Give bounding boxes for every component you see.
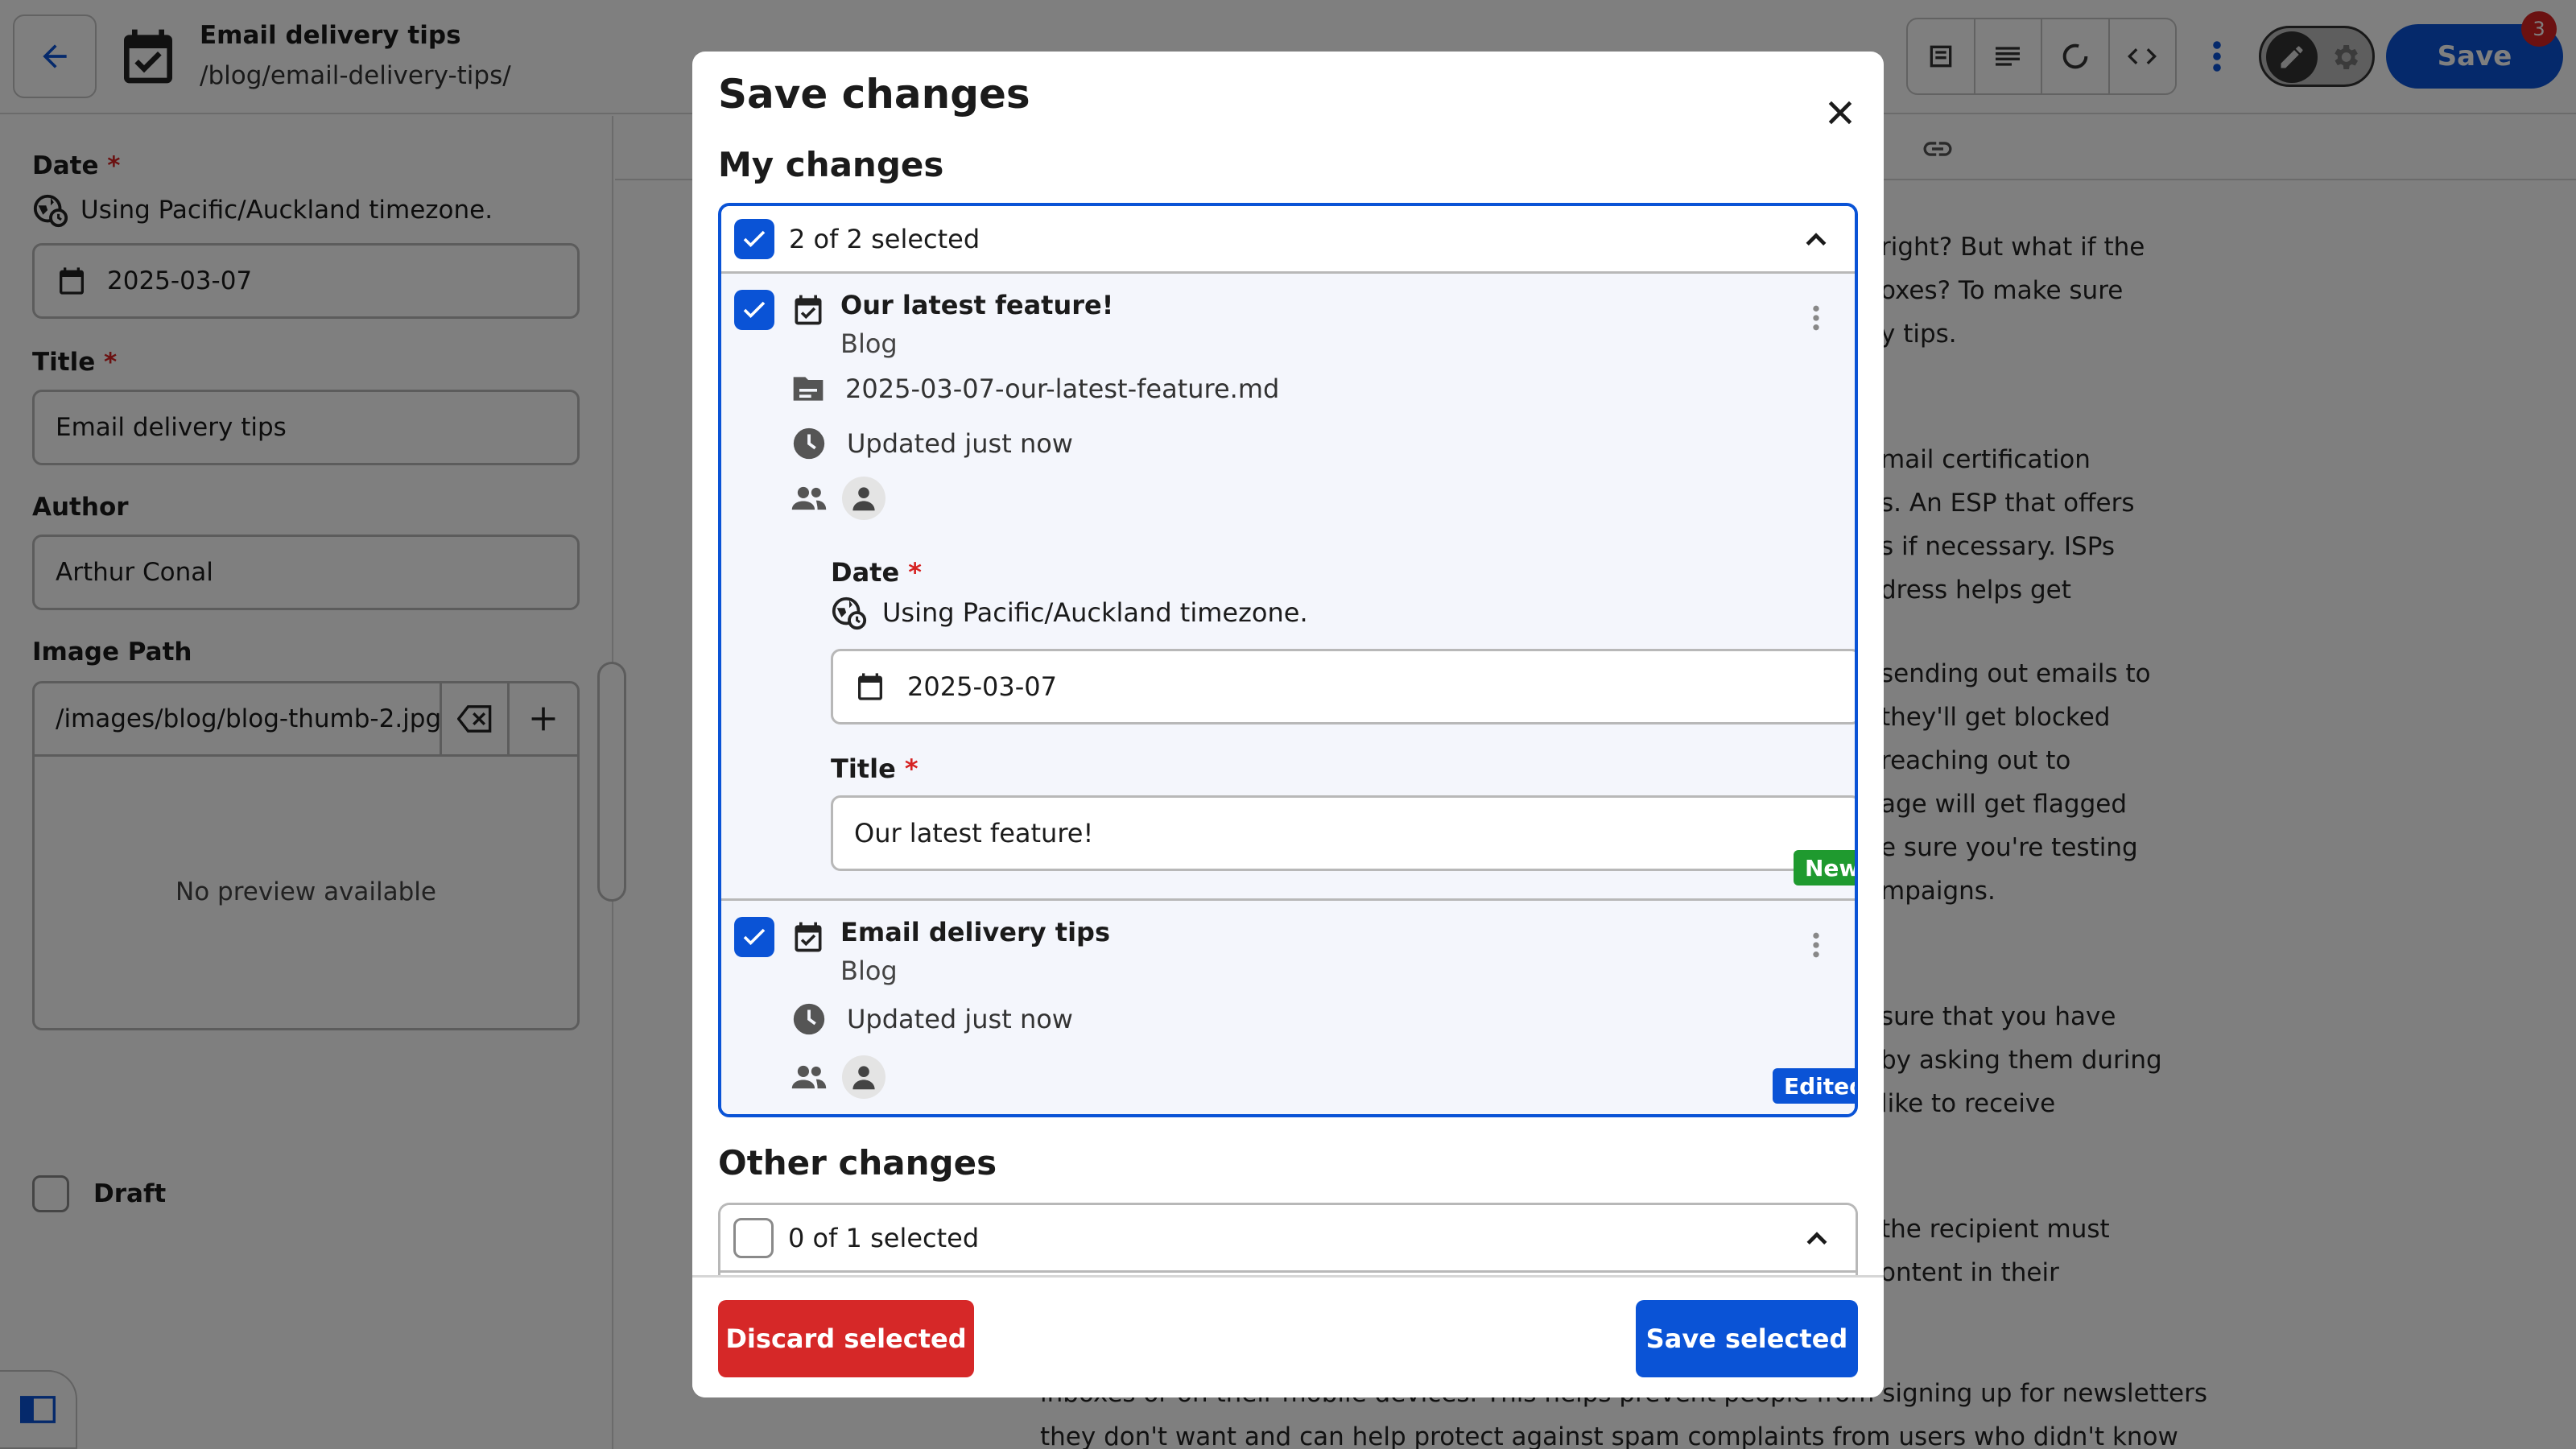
kebab-icon	[1812, 304, 1820, 332]
checkmark-icon	[742, 229, 766, 249]
item-checkbox[interactable]	[734, 917, 774, 957]
checkmark-icon	[742, 300, 766, 320]
kebab-icon	[1812, 931, 1820, 959]
change-item: Our latest feature! Blog 2025-03-07-our-…	[721, 274, 1855, 898]
save-changes-dialog: Save changes My changes 2 of 2 selected …	[692, 52, 1884, 1397]
selection-summary: 2 of 2 selected	[789, 223, 980, 254]
clock-icon	[791, 425, 828, 462]
calendar-check-icon	[791, 291, 826, 328]
user-avatar	[842, 1055, 886, 1099]
close-dialog-button[interactable]	[1808, 80, 1872, 145]
item-checkbox[interactable]	[734, 290, 774, 330]
my-changes-title: My changes	[718, 145, 944, 184]
item-collaborators	[791, 477, 886, 520]
globe-clock-icon	[831, 594, 868, 631]
item-collection: Blog	[840, 956, 898, 986]
item-updated: Updated just now	[791, 425, 1073, 462]
calendar-icon	[854, 670, 886, 704]
file-icon	[791, 374, 826, 404]
item-title-input[interactable]: Our latest feature!	[831, 795, 1855, 871]
item-menu-button[interactable]	[1800, 925, 1832, 965]
change-item: Email delivery tips Blog Updated just no…	[721, 898, 1855, 1114]
dialog-title: Save changes	[718, 71, 1030, 118]
people-icon	[791, 484, 828, 513]
select-all-checkbox[interactable]	[734, 218, 774, 259]
people-icon	[791, 1063, 828, 1092]
item-menu-button[interactable]	[1800, 298, 1832, 338]
item-title-label: Title *	[831, 753, 919, 784]
save-selected-button[interactable]: Save selected	[1636, 1300, 1858, 1377]
dialog-footer: Discard selected Save selected	[692, 1275, 1884, 1397]
user-avatar	[842, 477, 886, 520]
item-date-input[interactable]: 2025-03-07	[831, 649, 1855, 724]
select-all-other-checkbox[interactable]	[733, 1217, 774, 1258]
chevron-up-icon[interactable]	[1802, 1224, 1831, 1253]
item-collection: Blog	[840, 328, 898, 359]
item-date-label: Date *	[831, 557, 923, 588]
discard-selected-button[interactable]: Discard selected	[718, 1300, 974, 1377]
item-updated: Updated just now	[791, 1001, 1073, 1038]
my-changes-header[interactable]: 2 of 2 selected	[721, 206, 1855, 274]
checkmark-icon	[742, 927, 766, 947]
status-badge-edited: Edited	[1773, 1068, 1855, 1104]
selection-summary: 0 of 1 selected	[788, 1222, 980, 1253]
my-changes-group: 2 of 2 selected Our latest feature! Blog…	[718, 203, 1858, 1117]
chevron-up-icon[interactable]	[1802, 225, 1831, 254]
other-changes-group: 0 of 1 selected	[718, 1203, 1858, 1283]
item-file: 2025-03-07-our-latest-feature.md	[791, 374, 1279, 404]
clock-icon	[791, 1001, 828, 1038]
status-badge-new: New	[1794, 850, 1855, 886]
item-title: Email delivery tips	[840, 917, 1110, 947]
item-title: Our latest feature!	[840, 290, 1114, 320]
calendar-check-icon	[791, 919, 826, 956]
close-icon	[1826, 98, 1855, 127]
item-timezone-note: Using Pacific/Auckland timezone.	[831, 594, 1308, 631]
other-changes-title: Other changes	[718, 1143, 997, 1183]
other-changes-header[interactable]: 0 of 1 selected	[720, 1205, 1856, 1273]
item-collaborators	[791, 1055, 886, 1099]
